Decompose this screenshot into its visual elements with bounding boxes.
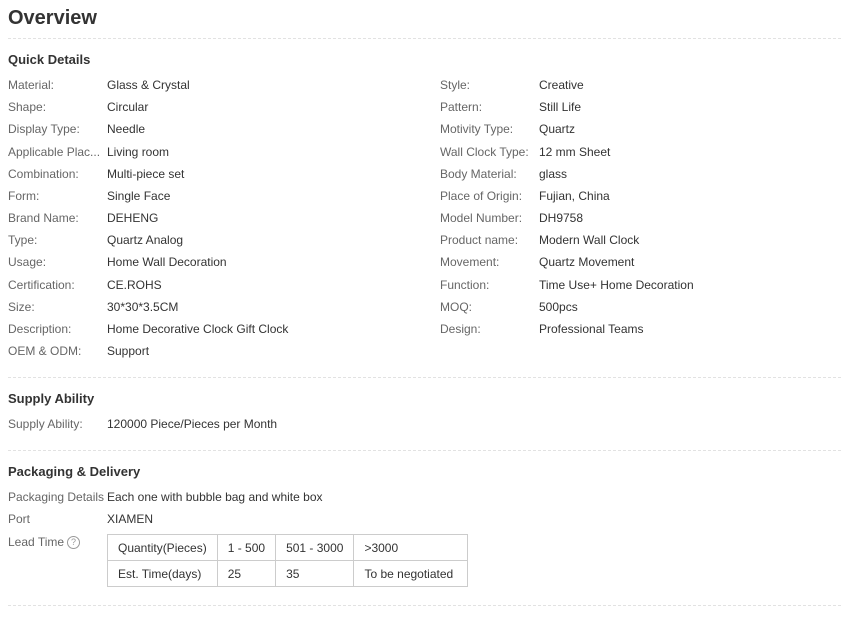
detail-value: Home Wall Decoration (107, 255, 227, 269)
detail-value: Modern Wall Clock (539, 233, 640, 247)
divider-quick-details (8, 377, 841, 378)
table-cell: 1 - 500 (216, 534, 277, 561)
supply-ability-label: Supply Ability: (8, 417, 83, 431)
table-cell: 501 - 3000 (275, 534, 355, 561)
detail-label: Place of Origin: (440, 189, 523, 203)
detail-label: Motivity Type: (440, 122, 514, 136)
detail-label: Wall Clock Type: (440, 145, 529, 159)
detail-label: Shape: (8, 100, 47, 114)
detail-label: Form: (8, 189, 40, 203)
detail-value: Quartz Movement (539, 255, 635, 269)
page-title: Overview (8, 7, 97, 29)
detail-label: OEM & ODM: (8, 344, 82, 358)
detail-label: Model Number: (440, 211, 523, 225)
detail-value: Fujian, China (539, 189, 610, 203)
table-cell: To be negotiated (353, 560, 469, 587)
packaging-heading: Packaging & Delivery (8, 464, 141, 479)
detail-label: Display Type: (8, 122, 80, 136)
supply-ability-heading: Supply Ability (8, 391, 95, 406)
lead-time-row: Lead Time? (8, 533, 81, 551)
detail-label: MOQ: (440, 300, 472, 314)
detail-value: DEHENG (107, 211, 159, 225)
table-cell: Quantity(Pieces) (107, 534, 218, 561)
detail-value: 30*30*3.5CM (107, 300, 179, 314)
detail-label: Combination: (8, 167, 79, 181)
detail-value: Single Face (107, 189, 171, 203)
port-value: XIAMEN (107, 512, 154, 526)
detail-label: Pattern: (440, 100, 483, 114)
packaging-details-value: Each one with bubble bag and white box (107, 490, 323, 504)
table-cell: 35 (275, 560, 355, 587)
port-label: Port (8, 512, 31, 526)
detail-value: glass (539, 167, 568, 181)
table-cell: >3000 (353, 534, 469, 561)
detail-value: Home Decorative Clock Gift Clock (107, 322, 289, 336)
supply-ability-value: 120000 Piece/Pieces per Month (107, 417, 278, 431)
detail-label: Type: (8, 233, 38, 247)
detail-label: Size: (8, 300, 35, 314)
question-circle-icon[interactable]: ? (67, 536, 81, 550)
detail-value: Living room (107, 145, 170, 159)
detail-label: Certification: (8, 278, 75, 292)
detail-label: Function: (440, 278, 490, 292)
detail-label: Product name: (440, 233, 519, 247)
detail-value: 12 mm Sheet (539, 145, 611, 159)
divider-top (8, 38, 841, 39)
detail-label: Applicable Plac... (8, 145, 101, 159)
lead-time-label: Lead Time (8, 535, 65, 549)
detail-value: Quartz (539, 122, 576, 136)
detail-label: Style: (440, 78, 471, 92)
detail-value: Time Use+ Home Decoration (539, 278, 694, 292)
detail-value: 500pcs (539, 300, 578, 314)
detail-value: Creative (539, 78, 584, 92)
detail-value: Needle (107, 122, 146, 136)
lead-time-table: Quantity(Pieces) 1 - 500 501 - 3000 >300… (107, 534, 469, 587)
detail-value: Still Life (539, 100, 582, 114)
table-row: Quantity(Pieces) 1 - 500 501 - 3000 >300… (107, 534, 469, 561)
detail-value: Glass & Crystal (107, 78, 190, 92)
quick-details-heading: Quick Details (8, 52, 91, 67)
detail-value: Quartz Analog (107, 233, 184, 247)
table-cell: 25 (216, 560, 277, 587)
detail-label: Material: (8, 78, 55, 92)
detail-label: Body Material: (440, 167, 517, 181)
detail-label: Movement: (440, 255, 500, 269)
divider-supply (8, 450, 841, 451)
detail-value: DH9758 (539, 211, 584, 225)
detail-value: Circular (107, 100, 149, 114)
detail-label: Brand Name: (8, 211, 79, 225)
overview-panel: Overview (8, 0, 841, 30)
detail-label: Description: (8, 322, 72, 336)
detail-value: Multi-piece set (107, 167, 185, 181)
divider-bottom (8, 605, 841, 606)
table-cell: Est. Time(days) (107, 560, 218, 587)
packaging-details-label: Packaging Details (8, 490, 105, 504)
table-row: Est. Time(days) 25 35 To be negotiated (107, 560, 469, 587)
detail-value: CE.ROHS (107, 278, 162, 292)
detail-label: Design: (440, 322, 481, 336)
detail-value: Professional Teams (539, 322, 644, 336)
detail-label: Usage: (8, 255, 47, 269)
detail-value: Support (107, 344, 150, 358)
